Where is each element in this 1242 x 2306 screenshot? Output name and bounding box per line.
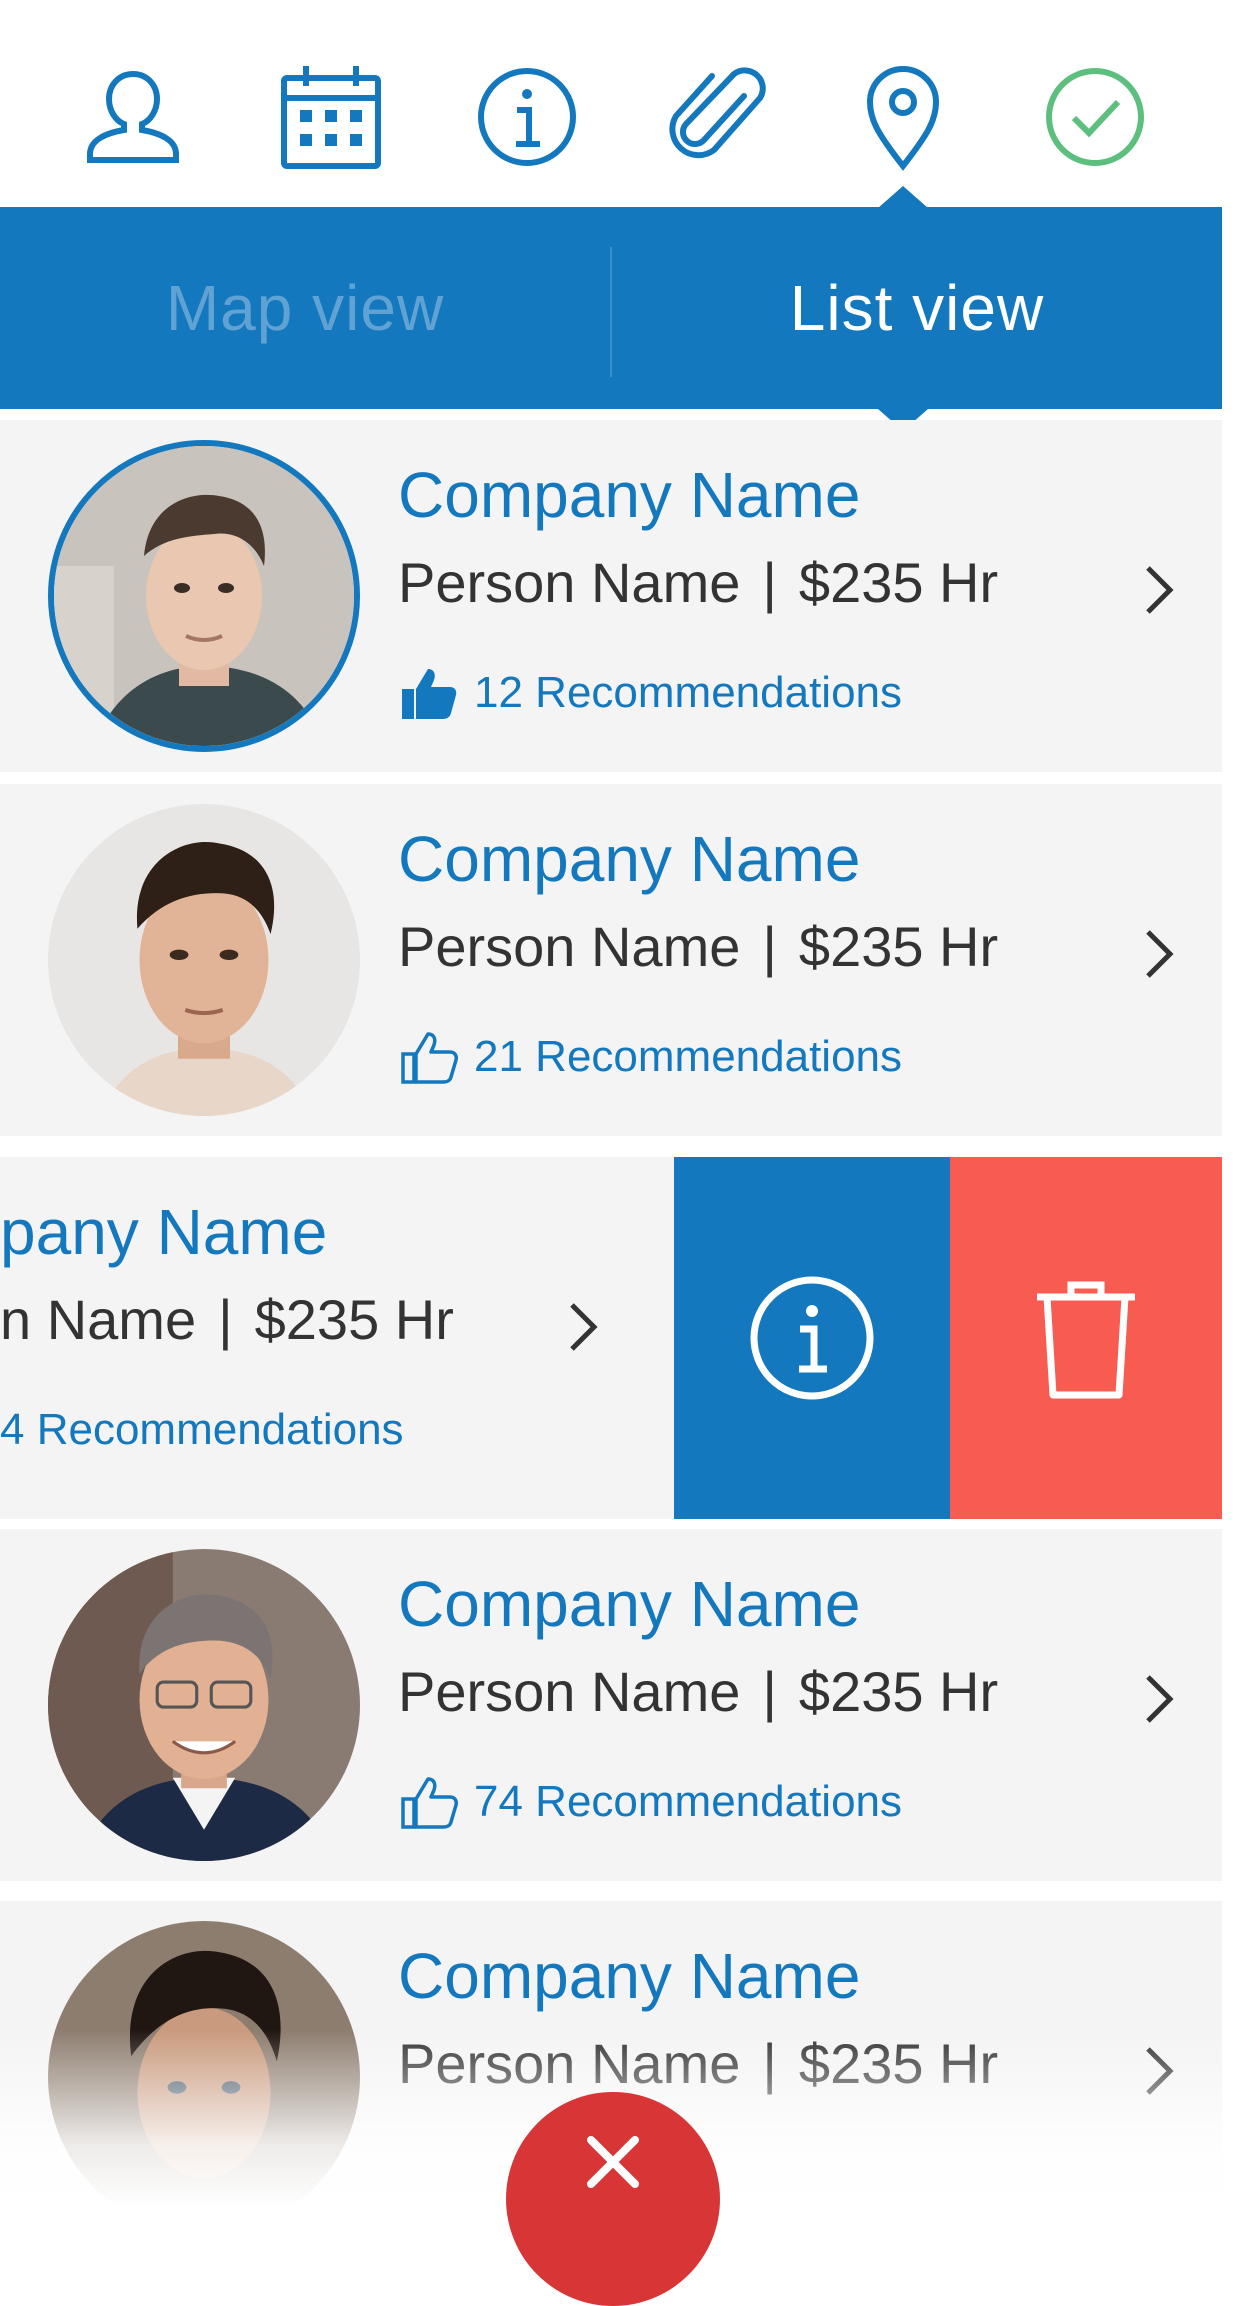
recommendations-count: 21 Recommendations bbox=[474, 1032, 903, 1081]
recommendations: 12 Recommendations bbox=[398, 658, 902, 728]
check-circle-icon[interactable] bbox=[1040, 62, 1150, 172]
swiped-content: pany Name n Name | $235 Hr 4 Recommendatio… bbox=[0, 1157, 646, 1509]
close-button[interactable] bbox=[506, 2092, 720, 2306]
recommendations-count: 4 Recommendations bbox=[0, 1405, 404, 1454]
close-icon bbox=[587, 2136, 639, 2188]
list-item[interactable]: Company Name Person Name | $235 Hr 12 Reco… bbox=[0, 420, 1222, 772]
avatar bbox=[48, 804, 360, 1116]
recommendations: 4 Recommendations bbox=[0, 1395, 404, 1465]
recommendations-count: 12 Recommendations bbox=[474, 668, 903, 717]
person-rate: Person Name | $235 Hr bbox=[398, 550, 998, 615]
person-rate: Person Name | $235 Hr bbox=[398, 2031, 998, 2096]
person-name: Person Name bbox=[398, 551, 741, 614]
chevron-right-icon[interactable] bbox=[564, 1297, 604, 1357]
rate: $235 Hr bbox=[798, 2032, 999, 2095]
avatar bbox=[48, 440, 360, 752]
trash-icon bbox=[1037, 1281, 1135, 1399]
company-name: Company Name bbox=[398, 1568, 861, 1640]
rate: $235 Hr bbox=[254, 1288, 454, 1351]
recommendations: 21 Recommendations bbox=[398, 1022, 902, 1092]
separator: | bbox=[762, 1660, 777, 1723]
company-name: Company Name bbox=[398, 1940, 861, 2012]
separator: | bbox=[762, 2032, 777, 2095]
location-pin-icon[interactable] bbox=[848, 62, 958, 172]
list-item[interactable]: Company Name Person Name | $235 Hr 21 Reco… bbox=[0, 784, 1222, 1136]
attachment-icon[interactable] bbox=[666, 62, 776, 172]
recommendations: 74 Recommendations bbox=[398, 1767, 902, 1837]
person-name: Person Name bbox=[398, 2032, 741, 2095]
info-action-button[interactable] bbox=[674, 1157, 950, 1519]
person-rate: Person Name | $235 Hr bbox=[398, 1659, 998, 1724]
company-name: Company Name bbox=[398, 459, 861, 531]
person-name: Person Name bbox=[398, 915, 741, 978]
tab-indicator-top bbox=[878, 186, 928, 208]
separator: | bbox=[218, 1288, 233, 1351]
avatar bbox=[48, 1549, 360, 1861]
list-item[interactable]: Company Name Person Name | $235 Hr 74 Reco… bbox=[0, 1529, 1222, 1881]
person-name: Person Name bbox=[398, 1660, 741, 1723]
person-icon[interactable] bbox=[78, 62, 188, 172]
info-icon[interactable] bbox=[472, 62, 582, 172]
calendar-icon[interactable] bbox=[276, 62, 386, 172]
tab-list-view[interactable]: List view bbox=[612, 207, 1222, 409]
person-rate: n Name | $235 Hr bbox=[0, 1287, 454, 1352]
company-name: Company Name bbox=[398, 823, 861, 895]
rate: $235 Hr bbox=[798, 551, 999, 614]
avatar bbox=[48, 1921, 360, 2208]
tab-map-view[interactable]: Map view bbox=[0, 207, 610, 409]
list-item-swiped[interactable]: pany Name n Name | $235 Hr 4 Recommendatio… bbox=[0, 1157, 1222, 1519]
recommendations-count: 74 Recommendations bbox=[474, 1777, 903, 1826]
thumbs-up-icon bbox=[401, 1032, 458, 1084]
info-icon bbox=[750, 1276, 874, 1400]
top-toolbar bbox=[0, 0, 1242, 207]
chevron-right-icon[interactable] bbox=[1140, 2041, 1180, 2101]
chevron-right-icon[interactable] bbox=[1140, 560, 1180, 620]
view-tabs: Map view List view bbox=[0, 207, 1222, 409]
person-name: n Name bbox=[0, 1288, 197, 1351]
person-rate: Person Name | $235 Hr bbox=[398, 914, 998, 979]
separator: | bbox=[762, 915, 777, 978]
chevron-right-icon[interactable] bbox=[1140, 1669, 1180, 1729]
company-name: pany Name bbox=[0, 1196, 328, 1268]
thumbs-up-filled-icon bbox=[402, 669, 457, 719]
rate: $235 Hr bbox=[798, 915, 999, 978]
delete-action-button[interactable] bbox=[950, 1157, 1222, 1519]
separator: | bbox=[762, 551, 777, 614]
thumbs-up-icon bbox=[401, 1777, 458, 1829]
rate: $235 Hr bbox=[798, 1660, 999, 1723]
chevron-right-icon[interactable] bbox=[1140, 924, 1180, 984]
